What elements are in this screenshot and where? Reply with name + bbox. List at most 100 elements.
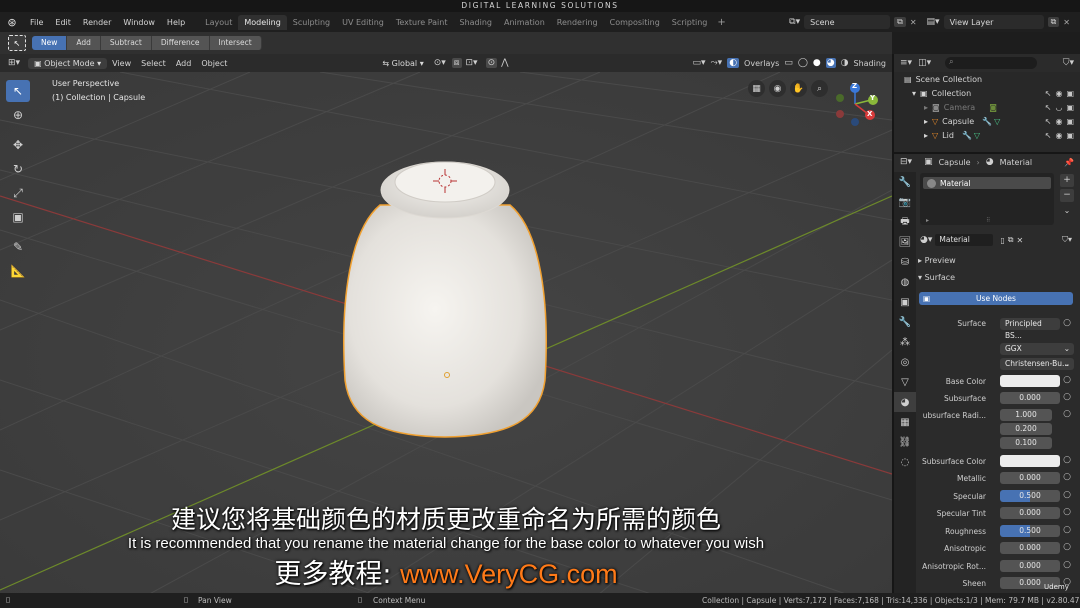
move-tool-icon[interactable]: ✥ [6,134,30,156]
visibility-toggle-icon[interactable]: ◡ [1055,103,1062,112]
surface-shader-field[interactable]: Principled BS... [1000,318,1060,340]
render-tab-icon[interactable]: 📷 [894,192,916,212]
overlays-icon[interactable]: ◐ [727,58,740,68]
pin-icon[interactable]: 📌 [1064,158,1074,167]
remove-slot-button[interactable]: − [1060,189,1074,202]
particles-tab-icon[interactable]: ⁂ [894,332,916,352]
tab-rendering[interactable]: Rendering [551,15,604,30]
base-color-socket-icon[interactable]: ○ [1062,375,1072,385]
expand-arrow-icon[interactable]: ▸ [924,117,928,126]
slot-specials-icon[interactable]: ⌄ [1060,206,1074,219]
scene-icon[interactable]: ⧉▾ [789,17,800,27]
anisotropic-socket-icon[interactable]: ○ [1062,542,1072,552]
tab-texture-paint[interactable]: Texture Paint [390,15,454,30]
select-toggle-icon[interactable]: ↖ [1045,89,1052,98]
breadcrumb-object[interactable]: Capsule [939,158,971,167]
view-layer-selector[interactable]: View Layer [943,15,1044,29]
scale-tool-icon[interactable]: ⤢ [6,182,30,204]
measure-tool-icon[interactable]: 📐 [6,260,30,282]
distribution-dropdown[interactable]: GGX ⌄ [1000,343,1074,355]
select-toggle-icon[interactable]: ↖ [1045,131,1052,140]
preview-panel-header[interactable]: ▸ Preview [918,256,956,265]
object-data-tab-icon[interactable]: ▽ [894,372,916,392]
annotate-tool-icon[interactable]: ✎ [6,236,30,258]
modifier-tab-icon[interactable]: 🔧 [894,312,916,332]
visibility-toggle-icon[interactable]: ◉ [1055,131,1062,140]
subsurface-color-swatch[interactable] [1000,455,1060,467]
constraints-tab-icon[interactable]: ⛓ [894,432,916,452]
menu-object[interactable]: Object [196,59,232,68]
transform-tool-icon[interactable]: ▣ [6,206,30,228]
texture-tab-icon[interactable]: ▦ [894,412,916,432]
tab-uv-editing[interactable]: UV Editing [336,15,390,30]
render-toggle-icon[interactable]: ▣ [1066,117,1074,126]
specular-field[interactable]: 0.500 [1000,490,1060,502]
outliner-search-input[interactable]: ⌕ [945,57,1038,69]
tool-tab-icon[interactable]: 🔧 [894,172,916,192]
unlink-material-icon[interactable]: ✕ [1017,236,1024,245]
mode-difference-button[interactable]: Difference [151,36,210,50]
list-expand-icon[interactable]: ▸ [926,217,929,224]
output-tab-icon[interactable]: 🖶 [894,212,916,232]
outliner-editor-type-icon[interactable]: ≡▾ [900,58,912,68]
subsurface-color-socket-icon[interactable]: ○ [1062,455,1072,465]
fake-user-icon[interactable]: ▯ [1000,236,1004,245]
mode-intersect-button[interactable]: Intersect [209,36,262,50]
shading-material-icon[interactable]: ◕ [825,58,836,68]
pan-view-icon[interactable]: ✋ [790,80,807,97]
add-workspace-icon[interactable]: + [713,17,729,28]
gizmo-toggle-icon[interactable]: ⤳▾ [710,58,722,68]
editor-type-icon[interactable]: ⊞▾ [0,58,24,68]
shading-wireframe-icon[interactable]: ◯ [798,58,808,68]
delete-scene-icon[interactable]: ✕ [910,18,917,27]
camera-view-icon[interactable]: ◉ [769,80,786,97]
duplicate-material-icon[interactable]: ⧉ [1008,235,1014,245]
snap-settings-icon[interactable]: ⊡▾ [466,58,478,68]
menu-render[interactable]: Render [77,18,117,27]
menu-add[interactable]: Add [171,59,197,68]
outliner-row-scene-collection[interactable]: ▤ Scene Collection [894,72,1080,86]
surface-panel-header[interactable]: ▾ Surface [918,273,955,282]
surface-socket-icon[interactable]: ○ [1062,318,1072,328]
visibility-toggle-icon[interactable]: ◉ [1055,117,1062,126]
material-slot-name[interactable]: Material [940,179,970,188]
subsurface-radius-x-field[interactable]: 1.000 [1000,409,1052,421]
select-toggle-icon[interactable]: ↖ [1045,103,1052,112]
render-toggle-icon[interactable]: ▣ [1066,103,1074,112]
transform-orientation-dropdown[interactable]: ⇆ Global ▾ [382,59,423,68]
subsurface-radius-z-field[interactable]: 0.100 [1000,437,1052,449]
shading-dropdown[interactable]: Shading [854,59,887,68]
tab-sculpting[interactable]: Sculpting [287,15,336,30]
expand-arrow-icon[interactable]: ▸ [924,131,928,140]
xray-icon[interactable]: ▭ [784,58,793,68]
anisotropic-field[interactable]: 0.000 [1000,542,1060,554]
outliner-row-collection[interactable]: ▾ ▣ Collection ↖ ◉ ▣ [894,86,1080,100]
tab-animation[interactable]: Animation [498,15,551,30]
object-tab-icon[interactable]: ▣ [894,292,916,312]
view-object-types-icon[interactable]: ▭▾ [692,58,705,68]
menu-select[interactable]: Select [136,59,171,68]
specular-socket-icon[interactable]: ○ [1062,490,1072,500]
breadcrumb-material[interactable]: Material [1000,158,1033,167]
zoom-view-icon[interactable]: ⌕ [811,80,828,97]
material-name-field[interactable]: Material [935,234,994,246]
select-toggle-icon[interactable]: ↖ [1045,117,1052,126]
list-resize-handle[interactable]: ⠿ [986,217,990,224]
specular-tint-field[interactable]: 0.000 [1000,507,1060,519]
material-tab-icon[interactable]: ◕ [894,392,916,412]
anisotropic-rotation-field[interactable]: 0.000 [1000,560,1060,572]
subsurface-field[interactable]: 0.000 [1000,392,1060,404]
select-box-tool-icon[interactable]: ↖ [8,35,26,51]
mode-add-button[interactable]: Add [67,36,101,50]
toggle-camera-view-icon[interactable]: ▦ [748,80,765,97]
shader-fx-tab-icon[interactable]: ◌ [894,452,916,472]
outliner-filter-icon[interactable]: ⛉▾ [1063,58,1074,68]
subsurface-method-dropdown[interactable]: Christensen-Bu... ⌄ [1000,358,1074,370]
outliner-display-mode-icon[interactable]: ◫▾ [918,58,931,68]
material-slot-list[interactable]: Material ▸ ⠿ [920,173,1054,225]
scene-selector[interactable]: Scene [804,15,891,29]
subsurface-socket-icon[interactable]: ○ [1062,392,1072,402]
tab-modeling[interactable]: Modeling [238,14,287,30]
tab-shading[interactable]: Shading [453,15,498,30]
outliner-row-capsule[interactable]: ▸ ▽ Capsule 🔧 ▽ ↖ ◉ ▣ [894,114,1080,128]
